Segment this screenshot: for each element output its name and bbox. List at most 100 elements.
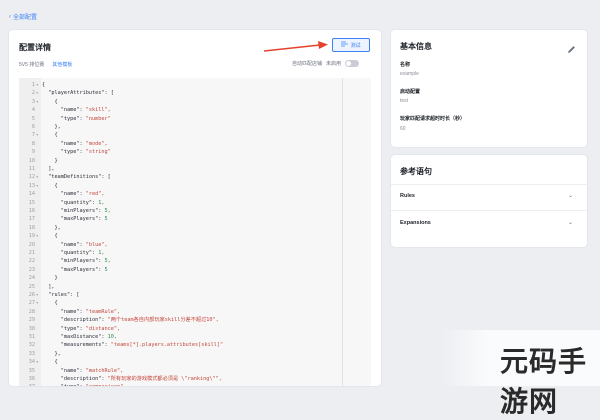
tab-bar: 5V5 排位赛 其他模板 <box>19 61 72 68</box>
code-line: 18 }, <box>19 224 371 233</box>
fold-toggle-icon[interactable]: ▾ <box>36 232 38 241</box>
code-text: "rules": [ <box>42 292 80 298</box>
code-text: "type": "number" <box>42 115 111 122</box>
line-number: 9 <box>31 149 35 156</box>
fold-toggle-icon[interactable]: ▾ <box>36 182 38 191</box>
line-number: 14 <box>28 191 35 198</box>
line-number: 30 <box>28 325 35 332</box>
code-line: 9 "type": "string" <box>19 148 371 157</box>
code-text: }, <box>42 124 61 130</box>
code-line: 30 "type": "distance", <box>19 325 371 334</box>
fold-toggle-icon[interactable]: ▾ <box>36 89 38 98</box>
code-text: "name": "skill", <box>42 107 111 114</box>
line-number: 17 <box>28 216 35 223</box>
code-line: 34 ▾ { <box>19 358 371 367</box>
code-line: 12 ▾ "teamDefinitions": [ <box>19 173 371 182</box>
code-line: 31 "maxDistance": 10, <box>19 333 371 342</box>
fold-toggle-icon[interactable]: ▾ <box>36 358 38 367</box>
code-line: 36 "description": "所有玩家的游戏模式都必须是 \"ranki… <box>19 375 371 384</box>
code-line: 27 ▾ { <box>19 299 371 308</box>
code-text: "maxPlayers": 5 <box>42 216 108 223</box>
test-button-label: 测试 <box>350 42 361 49</box>
json-editor[interactable]: 1 ▾{2 ▾ "playerAttributes": [3 ▾ {4 "name":… <box>19 78 371 386</box>
line-number: 8 <box>31 140 35 147</box>
code-line: 14 "name": "red", <box>19 190 371 199</box>
line-number: 21 <box>28 250 35 256</box>
field-startup-value: test <box>400 98 409 104</box>
line-number: 36 <box>28 376 35 382</box>
pencil-icon[interactable] <box>567 41 576 59</box>
chevron-down-icon: ⌄ <box>568 193 574 199</box>
code-text: { <box>42 359 58 366</box>
code-line: 5 "type": "number" <box>19 115 371 124</box>
code-text: { <box>42 300 58 307</box>
fold-toggle-icon[interactable]: ▾ <box>36 299 38 308</box>
code-text: "description": "两个team各自内部玩家skill分差不超过10… <box>42 317 219 324</box>
line-number: 24 <box>28 275 35 282</box>
line-number: 33 <box>28 350 35 357</box>
line-number: 2 <box>31 90 35 97</box>
code-line: 16 "minPlayers": 5, <box>19 207 371 216</box>
code-line: 7 ▾ { <box>19 131 371 140</box>
field-name-label: 名称 <box>400 62 411 68</box>
code-line: 33 }, <box>19 350 371 359</box>
code-line: 26 ▾ "rules": [ <box>19 291 371 300</box>
code-text: "name": "teamRule", <box>42 308 121 315</box>
fold-toggle-icon[interactable]: ▾ <box>36 81 38 90</box>
fold-toggle-icon[interactable]: ▾ <box>36 98 38 107</box>
line-number: 25 <box>28 283 35 290</box>
line-number: 16 <box>28 208 35 214</box>
code-text: { <box>42 233 58 240</box>
code-text: "name": "red", <box>42 191 105 198</box>
fold-toggle-icon[interactable]: ▾ <box>36 173 38 182</box>
fold-toggle-icon[interactable]: ▾ <box>36 131 38 140</box>
code-text: ], <box>42 166 55 172</box>
reference-title: 参考语句 <box>400 167 432 176</box>
auto-match-label: 自动匹配店铺 <box>292 61 323 67</box>
test-button[interactable]: 测试 <box>332 38 370 52</box>
breadcrumb[interactable]: ‹ 全部配置 <box>9 12 37 22</box>
line-number: 32 <box>28 342 35 349</box>
code-text: { <box>42 132 58 139</box>
divider <box>391 184 587 185</box>
code-line: 29 "description": "两个team各自内部玩家skill分差不超… <box>19 316 371 325</box>
code-line: 4 "name": "skill", <box>19 106 371 115</box>
code-line: 13 ▾ { <box>19 182 371 191</box>
code-text: "name": "blue", <box>42 241 108 248</box>
line-number: 12 <box>28 174 35 181</box>
code-text: "name": "mode", <box>42 140 108 147</box>
auto-match-state: 未启用 <box>326 61 342 67</box>
code-text: } <box>42 157 58 164</box>
field-timeout-value: 60 <box>400 126 406 132</box>
code-line: 2 ▾ "playerAttributes": [ <box>19 89 371 98</box>
chevron-down-icon: ⌄ <box>568 220 574 226</box>
line-number: 6 <box>31 124 35 130</box>
line-number: 26 <box>28 292 35 298</box>
code-line: 6 }, <box>19 123 371 132</box>
code-text: { <box>42 98 58 105</box>
code-text: "playerAttributes": [ <box>42 90 114 97</box>
auto-match-toggle[interactable] <box>345 60 360 67</box>
code-text: "type": "string" <box>42 149 111 156</box>
code-lines[interactable]: 1 ▾{2 ▾ "playerAttributes": [3 ▾ {4 "name":… <box>19 78 371 386</box>
auto-match-setting: 自动匹配店铺 未启用 <box>292 60 360 67</box>
line-number: 35 <box>28 367 35 374</box>
line-number: 34 <box>28 359 35 366</box>
line-number: 1 <box>31 82 35 88</box>
code-text: "maxDistance": 10, <box>42 334 117 340</box>
tab-other-template[interactable]: 其他模板 <box>52 61 72 68</box>
line-number: 19 <box>28 233 35 240</box>
code-line: 20 "name": "blue", <box>19 241 371 250</box>
fold-toggle-icon[interactable]: ▾ <box>36 291 38 300</box>
code-text: "description": "所有玩家的游戏模式都必须是 \"ranking\… <box>42 376 222 382</box>
tab-5v5-ranked[interactable]: 5V5 排位赛 <box>19 61 44 68</box>
code-text: { <box>42 82 46 88</box>
code-line: 8 "name": "mode", <box>19 140 371 149</box>
code-text: }, <box>42 350 61 357</box>
line-number: 13 <box>28 182 35 189</box>
line-number: 29 <box>28 317 35 324</box>
line-number: 7 <box>31 132 35 139</box>
basic-info-title: 基本信息 <box>400 42 432 51</box>
code-line: 15 "quantity": 1, <box>19 199 371 208</box>
line-number: 20 <box>28 241 35 248</box>
